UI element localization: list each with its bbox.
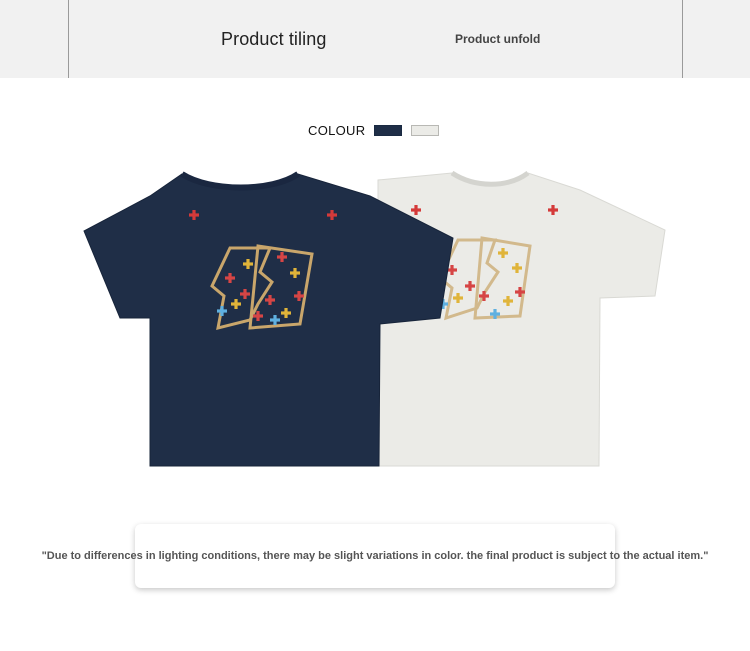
colour-label: COLOUR bbox=[308, 122, 366, 138]
header-divider-left bbox=[68, 0, 69, 78]
colour-swatch-light-grey[interactable] bbox=[411, 124, 440, 136]
product-image bbox=[83, 170, 666, 467]
top-header-band bbox=[0, 0, 750, 78]
tab-product-unfold[interactable]: Product unfold bbox=[455, 32, 540, 46]
disclaimer-text: "Due to differences in lighting conditio… bbox=[41, 550, 709, 562]
colour-swatch-navy[interactable] bbox=[374, 124, 403, 136]
colour-selector: COLOUR bbox=[308, 122, 448, 138]
tab-product-tiling[interactable]: Product tiling bbox=[221, 29, 326, 50]
header-divider-right bbox=[682, 0, 683, 78]
